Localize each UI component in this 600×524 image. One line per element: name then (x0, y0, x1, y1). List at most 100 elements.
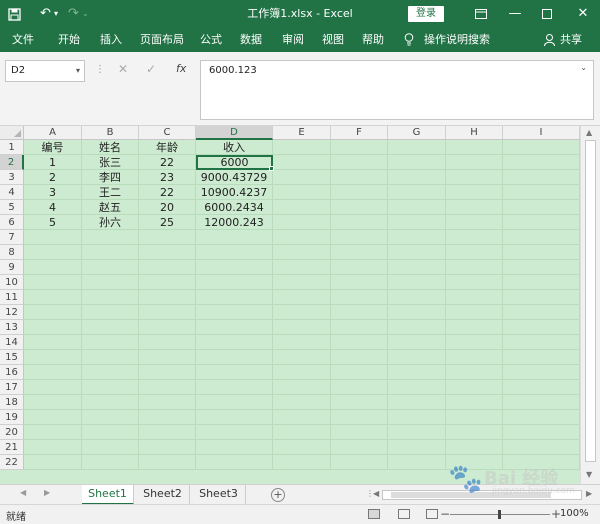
cell-g22[interactable] (388, 455, 446, 470)
cell-c3[interactable]: 23 (139, 170, 196, 185)
cell-i9[interactable] (503, 260, 580, 275)
vertical-scroll-thumb[interactable] (585, 140, 596, 462)
cell-b3[interactable]: 李四 (82, 170, 139, 185)
cell-f5[interactable] (331, 200, 388, 215)
sheet-tab-1[interactable]: Sheet1 (82, 485, 134, 505)
cell-a19[interactable] (24, 410, 82, 425)
cell-i8[interactable] (503, 245, 580, 260)
spreadsheet-grid[interactable]: A B C D E F G H I 1 2 3 4 5 6 7 8 9 10 11 12 13 14 15 16 17 18 19 20… (0, 126, 580, 484)
cell-e20[interactable] (273, 425, 331, 440)
cell-g18[interactable] (388, 395, 446, 410)
cell-e6[interactable] (273, 215, 331, 230)
scroll-up-icon[interactable]: ▲ (586, 128, 592, 137)
scroll-left-icon[interactable]: ◀ (373, 489, 379, 498)
cell-b12[interactable] (82, 305, 139, 320)
cell-g1[interactable] (388, 140, 446, 155)
cell-a10[interactable] (24, 275, 82, 290)
confirm-entry-icon[interactable]: ✓ (146, 62, 156, 76)
cell-g15[interactable] (388, 350, 446, 365)
cell-e3[interactable] (273, 170, 331, 185)
cell-e13[interactable] (273, 320, 331, 335)
cell-c9[interactable] (139, 260, 196, 275)
row-header-21[interactable]: 21 (0, 440, 24, 455)
column-header-f[interactable]: F (331, 126, 388, 140)
cell-h19[interactable] (446, 410, 503, 425)
cell-h9[interactable] (446, 260, 503, 275)
cell-e16[interactable] (273, 365, 331, 380)
tab-data[interactable]: 数据 (240, 28, 262, 52)
cell-i17[interactable] (503, 380, 580, 395)
next-sheet-icon[interactable]: ▶ (44, 488, 50, 497)
zoom-out-icon[interactable]: − (440, 507, 450, 521)
row-header-20[interactable]: 20 (0, 425, 24, 440)
cell-c10[interactable] (139, 275, 196, 290)
cell-i5[interactable] (503, 200, 580, 215)
minimize-icon[interactable]: — (498, 0, 532, 28)
cell-d5[interactable]: 6000.2434 (196, 200, 273, 215)
row-header-13[interactable]: 13 (0, 320, 24, 335)
cell-c1[interactable]: 年龄 (139, 140, 196, 155)
cell-i11[interactable] (503, 290, 580, 305)
cell-g5[interactable] (388, 200, 446, 215)
row-header-9[interactable]: 9 (0, 260, 24, 275)
cell-d4[interactable]: 10900.4237 (196, 185, 273, 200)
cell-h21[interactable] (446, 440, 503, 455)
maximize-icon[interactable] (530, 0, 564, 28)
cell-i7[interactable] (503, 230, 580, 245)
cell-b4[interactable]: 王二 (82, 185, 139, 200)
cell-i19[interactable] (503, 410, 580, 425)
prev-sheet-icon[interactable]: ◀ (20, 488, 26, 497)
cell-i10[interactable] (503, 275, 580, 290)
row-header-5[interactable]: 5 (0, 200, 24, 215)
cell-a12[interactable] (24, 305, 82, 320)
cell-c21[interactable] (139, 440, 196, 455)
cell-e12[interactable] (273, 305, 331, 320)
row-header-4[interactable]: 4 (0, 185, 24, 200)
row-header-15[interactable]: 15 (0, 350, 24, 365)
cell-h18[interactable] (446, 395, 503, 410)
cell-g19[interactable] (388, 410, 446, 425)
cell-f16[interactable] (331, 365, 388, 380)
cell-g14[interactable] (388, 335, 446, 350)
cell-f8[interactable] (331, 245, 388, 260)
expand-formula-icon[interactable]: ⌄ (580, 63, 587, 72)
cell-d1[interactable]: 收入 (196, 140, 273, 155)
cell-g20[interactable] (388, 425, 446, 440)
cell-i16[interactable] (503, 365, 580, 380)
column-header-c[interactable]: C (139, 126, 196, 140)
cell-a21[interactable] (24, 440, 82, 455)
row-header-22[interactable]: 22 (0, 455, 24, 470)
cell-b1[interactable]: 姓名 (82, 140, 139, 155)
cell-e19[interactable] (273, 410, 331, 425)
row-header-6[interactable]: 6 (0, 215, 24, 230)
cell-d10[interactable] (196, 275, 273, 290)
cell-d12[interactable] (196, 305, 273, 320)
cell-d17[interactable] (196, 380, 273, 395)
cell-a14[interactable] (24, 335, 82, 350)
cell-i6[interactable] (503, 215, 580, 230)
active-cell-d2[interactable]: 6000 (196, 155, 273, 170)
cell-c11[interactable] (139, 290, 196, 305)
cancel-entry-icon[interactable]: ✕ (118, 62, 128, 76)
cell-a1[interactable]: 编号 (24, 140, 82, 155)
page-break-view-icon[interactable] (426, 509, 438, 519)
zoom-level[interactable]: 100% (560, 508, 589, 519)
cell-i13[interactable] (503, 320, 580, 335)
cell-a17[interactable] (24, 380, 82, 395)
sheet-tab-3[interactable]: Sheet3 (192, 485, 246, 505)
formula-input[interactable]: 6000.123 ⌄ (200, 60, 594, 120)
cell-f22[interactable] (331, 455, 388, 470)
cell-d16[interactable] (196, 365, 273, 380)
ribbon-display-icon[interactable] (464, 0, 498, 28)
cell-h16[interactable] (446, 365, 503, 380)
cell-c20[interactable] (139, 425, 196, 440)
tell-me-search[interactable]: 操作说明搜索 (424, 28, 490, 52)
cell-g2[interactable] (388, 155, 446, 170)
cell-a11[interactable] (24, 290, 82, 305)
row-header-17[interactable]: 17 (0, 380, 24, 395)
cell-f19[interactable] (331, 410, 388, 425)
name-box[interactable]: D2 ▾ (5, 60, 85, 82)
cell-b13[interactable] (82, 320, 139, 335)
column-header-h[interactable]: H (446, 126, 503, 140)
cell-f6[interactable] (331, 215, 388, 230)
